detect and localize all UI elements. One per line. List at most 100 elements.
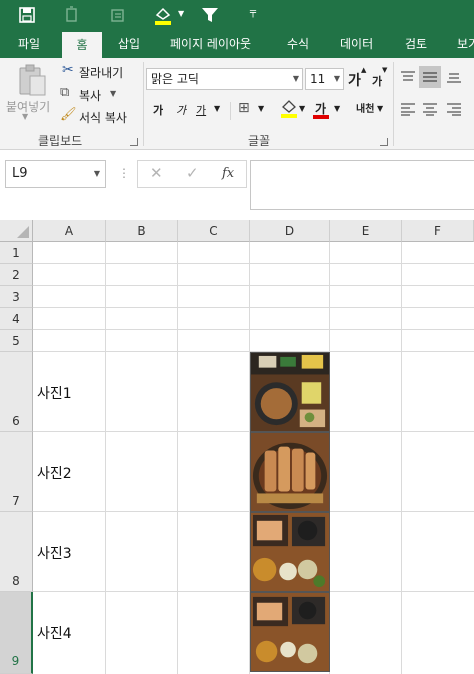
food-photo-1[interactable] (250, 352, 330, 432)
grow-arrow-icon: ▲ (361, 66, 367, 74)
font-launcher-icon[interactable] (380, 138, 388, 146)
quick-access-toolbar: ▼ ╤ (0, 0, 474, 30)
grow-font-button[interactable]: 가 (348, 70, 361, 90)
row-header-9[interactable]: 9 (0, 592, 33, 674)
tab-data[interactable]: 데이터 (330, 30, 383, 58)
shrink-arrow-icon: ▼ (382, 66, 388, 74)
font-name-combo[interactable]: 맑은 고딕 ▼ (146, 68, 303, 90)
row-header-4[interactable]: 4 (0, 308, 33, 330)
border-icon[interactable]: ⊞ (238, 100, 250, 116)
excel-window: ▼ ╤ 파일 홈 삽입 페이지 레이아웃 수식 데이터 검토 보기 붙여넣기 ▼… (0, 0, 474, 674)
filter-icon[interactable] (200, 5, 220, 25)
align-middle-icon (423, 72, 437, 82)
tab-page-layout[interactable]: 페이지 레이아웃 (160, 30, 261, 58)
phonetic-dropdown-icon[interactable]: ▼ (377, 104, 383, 113)
font-color-swatch (313, 115, 329, 119)
column-header-c[interactable]: C (178, 220, 250, 242)
underline-dropdown-icon[interactable]: ▼ (214, 104, 220, 113)
more-icon: ⋮ (118, 166, 130, 180)
cut-button[interactable]: 잘라내기 (79, 64, 123, 81)
fill-dropdown-icon[interactable]: ▼ (299, 104, 305, 113)
save-icon[interactable] (17, 5, 37, 25)
shrink-font-button[interactable]: 가 (372, 73, 382, 89)
underline-button[interactable]: 가 (196, 102, 206, 118)
column-header-f[interactable]: F (402, 220, 474, 242)
tab-formulas[interactable]: 수식 (277, 30, 319, 58)
column-header-b[interactable]: B (106, 220, 178, 242)
font-group-label: 글꼴 (248, 134, 271, 148)
gridline (33, 307, 474, 308)
font-divider (230, 102, 231, 120)
align-bottom-icon[interactable] (446, 70, 462, 84)
fill-color-icon[interactable] (280, 99, 298, 119)
column-header-a[interactable]: A (33, 220, 106, 242)
fill-dropdown-icon[interactable]: ▼ (178, 9, 184, 18)
gridline (33, 329, 474, 330)
format-painter-icon: 🖌 (60, 107, 77, 122)
tab-review[interactable]: 검토 (395, 30, 437, 58)
row-header-5[interactable]: 5 (0, 330, 33, 352)
formula-buttons: ✕ ✓ fx (137, 160, 247, 188)
align-center-icon[interactable] (422, 102, 438, 116)
customize-qat-icon[interactable]: ╤ (250, 7, 256, 18)
copy-icon: ⧉ (60, 85, 70, 100)
formula-bar: L9 ▼ ⋮ ✕ ✓ fx (0, 150, 474, 220)
select-all-corner[interactable] (0, 220, 33, 242)
border-dropdown-icon[interactable]: ▼ (258, 104, 264, 113)
cell-a9[interactable]: 사진4 (37, 623, 72, 643)
clipboard-group-label: 클립보드 (38, 134, 83, 148)
spreadsheet-grid: A B C D E F 1 2 3 4 5 6 7 8 9 사진1 사진2 사진… (0, 220, 474, 674)
enter-icon[interactable]: ✓ (186, 164, 199, 182)
column-header-d[interactable]: D (250, 220, 330, 242)
gridline (33, 263, 474, 264)
food-photo-4[interactable] (250, 592, 330, 672)
cell-a7[interactable]: 사진2 (37, 463, 72, 483)
column-header-e[interactable]: E (330, 220, 402, 242)
gridline (33, 285, 474, 286)
format-painter-button[interactable]: 서식 복사 (79, 109, 127, 126)
paste-dropdown-icon[interactable]: ▼ (22, 112, 28, 121)
group-divider (393, 62, 394, 146)
align-right-icon[interactable] (446, 102, 462, 116)
tab-insert[interactable]: 삽입 (108, 30, 150, 58)
scissors-icon: ✂ (62, 62, 74, 78)
row-header-8[interactable]: 8 (0, 512, 33, 592)
tab-view[interactable]: 보기 (447, 30, 474, 58)
formula-input[interactable] (250, 160, 474, 210)
font-color-dropdown-icon[interactable]: ▼ (334, 104, 340, 113)
ribbon-home: 붙여넣기 ▼ ✂ 잘라내기 ⧉ 복사 ▼ 🖌 서식 복사 클립보드 맑은 고딕 … (0, 58, 474, 150)
chevron-down-icon[interactable]: ▼ (94, 161, 100, 187)
bold-button[interactable]: 가 (153, 102, 163, 118)
row-header-1[interactable]: 1 (0, 242, 33, 264)
align-top-icon[interactable] (400, 70, 416, 84)
copy-dropdown-icon[interactable]: ▼ (110, 89, 116, 98)
paste-icon[interactable] (16, 64, 48, 98)
tab-home[interactable]: 홈 (62, 32, 102, 58)
font-size-value: 11 (310, 72, 326, 86)
cancel-icon[interactable]: ✕ (150, 164, 163, 182)
insert-function-icon[interactable]: fx (222, 166, 234, 181)
name-box[interactable]: L9 ▼ (5, 160, 106, 188)
clipboard-launcher-icon[interactable] (130, 138, 138, 146)
chevron-down-icon[interactable]: ▼ (334, 69, 340, 89)
cell-a6[interactable]: 사진1 (37, 383, 72, 403)
phonetic-button[interactable]: 내천 (356, 100, 374, 115)
row-header-2[interactable]: 2 (0, 264, 33, 286)
redo-icon[interactable] (108, 5, 128, 25)
highlight-fill-icon[interactable] (152, 5, 176, 25)
tab-file[interactable]: 파일 (8, 30, 50, 58)
cell-a8[interactable]: 사진3 (37, 543, 72, 563)
row-header-6[interactable]: 6 (0, 352, 33, 432)
food-photo-2[interactable] (250, 432, 330, 512)
undo-icon[interactable] (62, 5, 82, 25)
copy-button[interactable]: 복사 (79, 87, 101, 104)
italic-button[interactable]: 가 (176, 102, 186, 118)
chevron-down-icon[interactable]: ▼ (293, 69, 299, 89)
group-divider (143, 62, 144, 146)
font-size-combo[interactable]: 11 ▼ (305, 68, 344, 90)
align-left-icon[interactable] (400, 102, 416, 116)
food-photo-3[interactable] (250, 512, 330, 592)
row-header-3[interactable]: 3 (0, 286, 33, 308)
row-header-7[interactable]: 7 (0, 432, 33, 512)
font-name-value: 맑은 고딕 (151, 72, 199, 86)
